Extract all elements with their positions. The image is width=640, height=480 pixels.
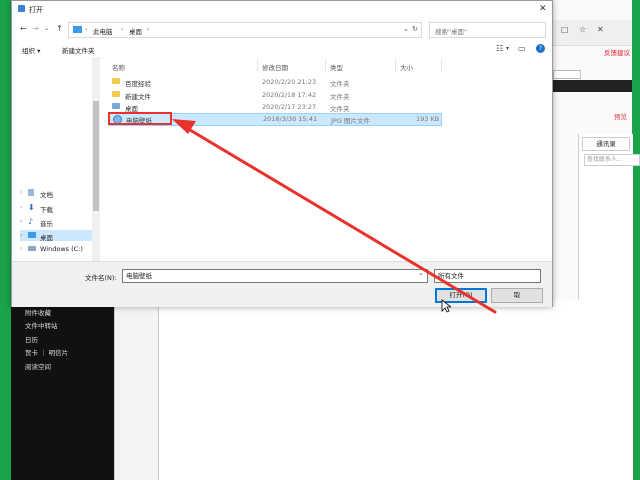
mouse-cursor-icon bbox=[441, 299, 451, 313]
annotation-arrow bbox=[172, 119, 497, 314]
arrow-shaft bbox=[178, 122, 497, 314]
